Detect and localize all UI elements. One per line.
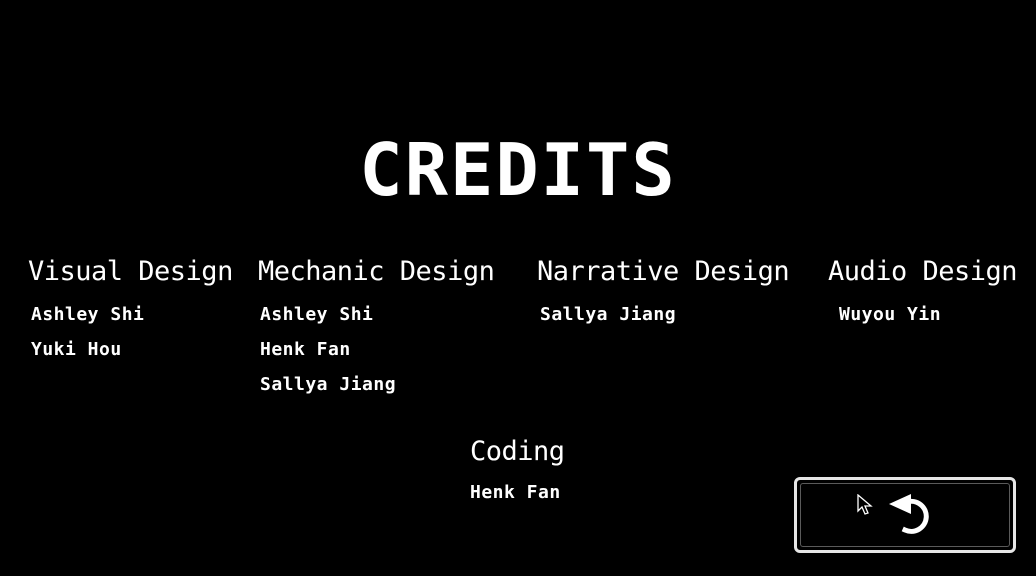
section-heading: Coding [470, 436, 565, 467]
section-heading: Visual Design [28, 256, 233, 287]
credit-name: Ashley Shi [31, 304, 145, 325]
section-heading: Narrative Design [537, 256, 790, 287]
credit-name: Sallya Jiang [540, 304, 677, 325]
credits-section-visual-design: Visual Design Ashley Shi Yuki Hou [28, 255, 233, 367]
credit-name: Yuki Hou [31, 339, 122, 360]
credits-section-coding: Coding Henk Fan [470, 435, 565, 510]
back-button[interactable] [794, 477, 1016, 553]
section-heading: Mechanic Design [258, 256, 495, 287]
credits-section-audio-design: Audio Design Wuyou Yin [828, 255, 1018, 332]
credits-section-mechanic-design: Mechanic Design Ashley Shi Henk Fan Sall… [258, 255, 495, 402]
undo-arrow-icon [889, 494, 929, 534]
credit-name: Ashley Shi [260, 304, 374, 325]
credit-name: Henk Fan [260, 339, 351, 360]
page-title: CREDITS [359, 128, 677, 212]
name-list: Wuyou Yin [839, 297, 1017, 332]
credit-name: Sallya Jiang [260, 374, 397, 395]
credits-section-narrative-design: Narrative Design Sallya Jiang [537, 255, 790, 332]
mouse-pointer-icon [857, 494, 873, 515]
credit-name: Henk Fan [470, 482, 561, 503]
name-list: Ashley Shi Yuki Hou [31, 297, 233, 367]
name-list: Sallya Jiang [540, 297, 789, 332]
section-heading: Audio Design [828, 256, 1018, 287]
credit-name: Wuyou Yin [839, 304, 942, 325]
name-list: Ashley Shi Henk Fan Sallya Jiang [260, 297, 494, 402]
name-list: Henk Fan [470, 475, 565, 510]
